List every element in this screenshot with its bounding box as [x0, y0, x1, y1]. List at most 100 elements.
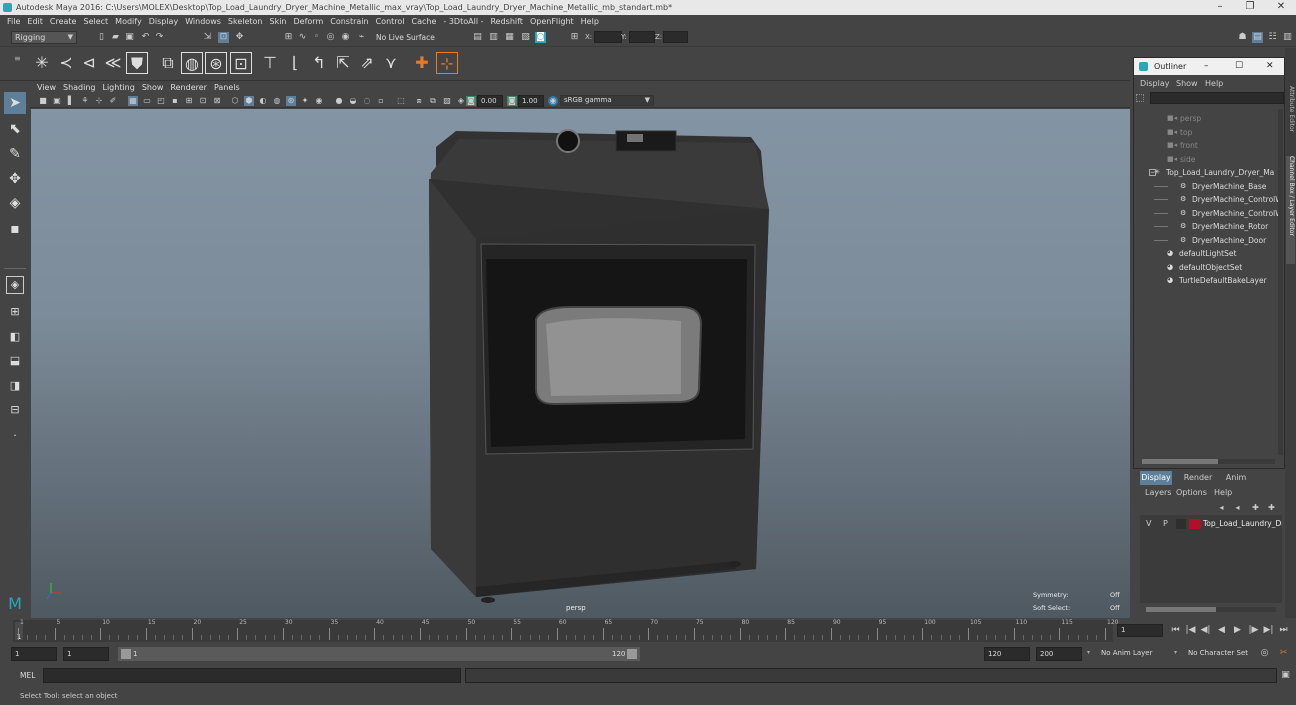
- toggle-channel-box-icon[interactable]: ▤: [1252, 32, 1263, 43]
- panel-menu-panels[interactable]: Panels: [214, 82, 240, 94]
- current-frame-field[interactable]: 1: [1117, 624, 1163, 637]
- safe-title-icon[interactable]: ⊠: [212, 96, 222, 106]
- move-layer-down-icon[interactable]: ◂: [1232, 502, 1243, 513]
- resolution-gate-icon[interactable]: ◰: [156, 96, 166, 106]
- start-frame-field[interactable]: 1: [11, 647, 57, 661]
- camera-attributes-icon[interactable]: ▣: [52, 96, 62, 106]
- undo-icon[interactable]: ↶: [140, 32, 151, 43]
- step-forward-key-icon[interactable]: ▶|: [1263, 625, 1274, 636]
- point-constraint-icon[interactable]: ⌊: [284, 52, 306, 74]
- custom-layout-icon[interactable]: ·: [4, 425, 26, 447]
- character-set-dropdown[interactable]: No Character Set: [1188, 649, 1248, 657]
- layer-row[interactable]: V P Top_Load_Laundry_Dry: [1140, 518, 1282, 530]
- layer-playback-toggle[interactable]: P: [1163, 519, 1168, 528]
- menu-select[interactable]: Select: [83, 15, 108, 29]
- four-view-layout-icon[interactable]: ⊞: [4, 301, 26, 323]
- cluster-icon[interactable]: ⊹: [436, 52, 458, 74]
- tab-render[interactable]: Render: [1182, 471, 1214, 485]
- wrap-deformer-icon[interactable]: ⊡: [230, 52, 252, 74]
- bind-skin-icon[interactable]: ⧉: [157, 52, 179, 74]
- menu-create[interactable]: Create: [50, 15, 77, 29]
- play-backwards-icon[interactable]: ◀: [1216, 625, 1227, 636]
- gate-mask-icon[interactable]: ▪: [170, 96, 180, 106]
- outliner-item[interactable]: ⚙ DryerMachine_Base: [1134, 180, 1279, 193]
- chevron-down-icon[interactable]: ▾: [1087, 649, 1090, 656]
- textured-icon[interactable]: ◍: [272, 96, 282, 106]
- hypershade-layout-icon[interactable]: ◨: [4, 375, 26, 397]
- maximize-icon[interactable]: ☐: [1235, 58, 1243, 75]
- panel-menu-view[interactable]: View: [37, 82, 56, 94]
- scale-constraint-icon[interactable]: ⇱: [332, 52, 354, 74]
- ipr-render-icon[interactable]: ▥: [488, 32, 499, 43]
- auto-key-icon[interactable]: ◎: [1259, 648, 1270, 659]
- menu-deform[interactable]: Deform: [294, 15, 324, 29]
- outliner-menu-show[interactable]: Show: [1176, 77, 1198, 90]
- sign-in-icon[interactable]: ☗: [1237, 32, 1248, 43]
- menu-skin[interactable]: Skin: [270, 15, 287, 29]
- layer-display-type[interactable]: [1176, 519, 1186, 529]
- playback-start-field[interactable]: 1: [63, 647, 109, 661]
- gamma-field[interactable]: 1.00: [518, 95, 544, 107]
- paint-weights-icon[interactable]: ⊛: [205, 52, 227, 74]
- viewport-persp[interactable]: persp Symmetry: Off Soft Select: Off: [31, 109, 1130, 618]
- screen-space-ao-icon[interactable]: ◉: [314, 96, 324, 106]
- smooth-skin-icon[interactable]: ◍: [181, 52, 203, 74]
- locator-icon[interactable]: ✚: [411, 52, 433, 74]
- panel-menu-shading[interactable]: Shading: [63, 82, 96, 94]
- select-component-icon[interactable]: ✥: [234, 32, 245, 43]
- snap-point-icon[interactable]: ◦: [311, 32, 322, 43]
- snap-surface-icon[interactable]: ◉: [340, 32, 351, 43]
- toggle-attribute-editor-icon[interactable]: ☷: [1267, 32, 1278, 43]
- layer-name[interactable]: Top_Load_Laundry_Dry: [1203, 519, 1282, 528]
- outliner-item[interactable]: ⚙ DryerMachine_ControlW: [1134, 207, 1279, 220]
- range-slider[interactable]: 1 120: [118, 647, 640, 661]
- minimize-button[interactable]: –: [1205, 0, 1235, 15]
- menu-display[interactable]: Display: [149, 15, 179, 29]
- select-hierarchy-icon[interactable]: ⇲: [202, 32, 213, 43]
- layer-color-swatch[interactable]: [1189, 519, 1201, 529]
- snap-grid-icon[interactable]: ⊞: [283, 32, 294, 43]
- outliner-item[interactable]: ■◂ front: [1134, 139, 1279, 152]
- outliner-layout-icon[interactable]: ⊟: [4, 399, 26, 421]
- select-object-icon[interactable]: ⊡: [218, 32, 229, 43]
- y-field[interactable]: [629, 31, 655, 43]
- xray-joints-icon[interactable]: ⧈: [414, 96, 424, 106]
- toggle-tool-settings-icon[interactable]: ▥: [1282, 32, 1293, 43]
- paint-select-icon[interactable]: ✎: [4, 143, 26, 165]
- menu-cache[interactable]: Cache: [412, 15, 437, 29]
- outliner-item[interactable]: ⚙ DryerMachine_ControlW: [1134, 193, 1279, 206]
- snap-view-icon[interactable]: ◎: [325, 32, 336, 43]
- maximize-button[interactable]: ❐: [1235, 0, 1265, 15]
- menu-openflight[interactable]: OpenFlight: [530, 15, 574, 29]
- layer-hscroll[interactable]: [1146, 607, 1276, 612]
- ik-handle-icon[interactable]: ≺: [55, 52, 77, 74]
- outliner-item[interactable]: ■◂ persp: [1134, 112, 1279, 125]
- safe-action-icon[interactable]: ⊡: [198, 96, 208, 106]
- collapse-icon[interactable]: −: [1149, 169, 1156, 176]
- menu-modify[interactable]: Modify: [115, 15, 142, 29]
- new-scene-icon[interactable]: ▯: [96, 32, 107, 43]
- color-management-icon[interactable]: ◉: [548, 96, 558, 106]
- menu-file[interactable]: File: [7, 15, 20, 29]
- go-to-start-icon[interactable]: ⏮: [1170, 625, 1181, 636]
- step-back-frame-icon[interactable]: ◀|: [1200, 625, 1211, 636]
- playback-end-field[interactable]: 120: [984, 647, 1030, 661]
- gamma-icon[interactable]: ◙: [507, 96, 517, 106]
- command-input[interactable]: [43, 668, 461, 683]
- mirror-joint-icon[interactable]: ≪: [102, 52, 124, 74]
- menu-constrain[interactable]: Constrain: [330, 15, 368, 29]
- filter-icon[interactable]: [1136, 94, 1144, 102]
- open-scene-icon[interactable]: ▰: [110, 32, 121, 43]
- new-layer-icon[interactable]: ✚: [1250, 502, 1261, 513]
- panel-menu-lighting[interactable]: Lighting: [102, 82, 134, 94]
- field-chart-icon[interactable]: ⊞: [184, 96, 194, 106]
- menu-redshift[interactable]: Redshift: [490, 15, 522, 29]
- menu-skeleton[interactable]: Skeleton: [228, 15, 263, 29]
- two-d-pan-icon[interactable]: ⊹: [94, 96, 104, 106]
- colorspace-dropdown[interactable]: sRGB gamma ▼: [560, 95, 654, 106]
- live-surface-icon[interactable]: ⌁: [356, 32, 367, 43]
- menu-set-dropdown[interactable]: Rigging ▼: [11, 31, 77, 44]
- menu-windows[interactable]: Windows: [185, 15, 221, 29]
- single-perspective-layout-icon[interactable]: ◈: [6, 276, 24, 294]
- menu-3dtoall[interactable]: - 3DtoAll -: [443, 15, 483, 29]
